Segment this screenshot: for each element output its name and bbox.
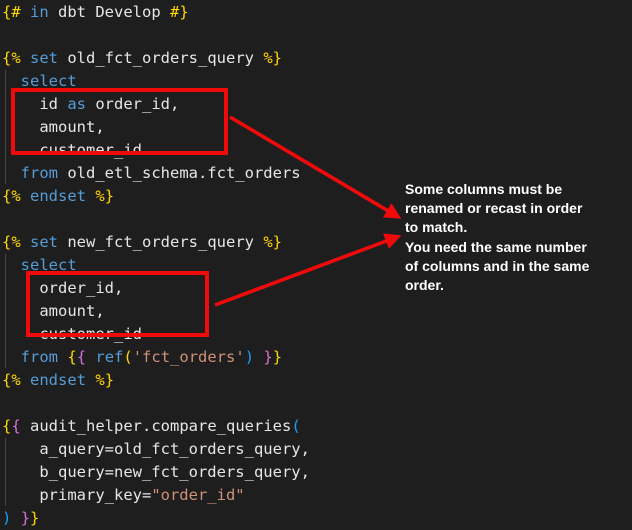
code-line[interactable]: {% set old_fct_orders_query %} xyxy=(2,47,310,70)
code-token: } xyxy=(273,348,282,366)
code-token: select xyxy=(21,256,77,274)
code-token: { xyxy=(77,348,86,366)
code-token: in xyxy=(30,3,49,21)
code-token: from xyxy=(21,164,58,182)
code-token: } xyxy=(21,509,30,527)
code-token xyxy=(86,371,95,389)
code-token xyxy=(2,348,21,366)
code-token xyxy=(254,348,263,366)
code-token: %} xyxy=(263,233,282,251)
code-token: amount, xyxy=(2,118,105,136)
code-token: customer_id xyxy=(2,141,142,159)
code-token: ) xyxy=(2,509,11,527)
code-line[interactable]: order_id, xyxy=(2,277,310,300)
annotation-note-line: to match. xyxy=(405,218,632,237)
code-token: ref xyxy=(95,348,123,366)
code-token xyxy=(21,371,30,389)
code-line[interactable]: select xyxy=(2,254,310,277)
code-editor[interactable]: {# in dbt Develop #} {% set old_fct_orde… xyxy=(0,0,632,527)
code-token: {% xyxy=(2,187,21,205)
code-token: old_fct_orders_query xyxy=(58,49,263,67)
code-token xyxy=(2,256,21,274)
code-token: {% xyxy=(2,49,21,67)
code-token: set xyxy=(30,233,58,251)
code-line[interactable]: customer_id xyxy=(2,139,310,162)
code-token: old_etl_schema.fct_orders xyxy=(58,164,301,182)
code-token xyxy=(2,164,21,182)
code-token: { xyxy=(67,348,76,366)
code-line[interactable]: from {{ ref('fct_orders') }} xyxy=(2,346,310,369)
code-token xyxy=(86,187,95,205)
code-token xyxy=(21,187,30,205)
code-token: customer_id xyxy=(2,325,142,343)
code-token: %} xyxy=(95,371,114,389)
annotation-note-line: of columns and in the same xyxy=(405,257,632,276)
code-token: endset xyxy=(30,371,86,389)
code-token xyxy=(86,348,95,366)
code-line[interactable]: a_query=old_fct_orders_query, xyxy=(2,438,310,461)
code-line[interactable]: amount, xyxy=(2,116,310,139)
code-token xyxy=(2,72,21,90)
code-token: 'fct_orders' xyxy=(133,348,245,366)
code-line[interactable]: {% endset %} xyxy=(2,369,310,392)
code-token: endset xyxy=(30,187,86,205)
annotation-note-line: Some columns must be xyxy=(405,180,632,199)
code-line[interactable]: {# in dbt Develop #} xyxy=(2,1,310,24)
code-token: amount, xyxy=(2,302,105,320)
code-line[interactable]: primary_key="order_id" xyxy=(2,484,310,507)
code-token: {% xyxy=(2,371,21,389)
annotation-note-line: order. xyxy=(405,276,632,295)
code-token: %} xyxy=(95,187,114,205)
code-token xyxy=(58,348,67,366)
code-line[interactable]: id as order_id, xyxy=(2,93,310,116)
code-token: { xyxy=(11,417,20,435)
code-token: { xyxy=(2,417,11,435)
code-token: as xyxy=(67,95,86,113)
code-token: audit_helper.compare_queries xyxy=(21,417,292,435)
annotation-note-line: renamed or recast in order xyxy=(405,199,632,218)
annotation-note-line: You need the same number xyxy=(405,238,632,257)
code-token: %} xyxy=(263,49,282,67)
code-token xyxy=(11,509,20,527)
code-token: ( xyxy=(123,348,132,366)
code-token: a_query=old_fct_orders_query, xyxy=(2,440,310,458)
code-token: } xyxy=(263,348,272,366)
code-token: "order_id" xyxy=(151,486,244,504)
annotation-note: Some columns must berenamed or recast in… xyxy=(405,180,632,295)
code-line[interactable]: select xyxy=(2,70,310,93)
code-token: order_id, xyxy=(86,95,179,113)
code-token xyxy=(21,49,30,67)
code-line[interactable]: from old_etl_schema.fct_orders xyxy=(2,162,310,185)
code-line[interactable] xyxy=(2,24,310,47)
code-token: new_fct_orders_query xyxy=(58,233,263,251)
code-area[interactable]: {# in dbt Develop #} {% set old_fct_orde… xyxy=(2,1,310,530)
code-token: b_query=new_fct_orders_query, xyxy=(2,463,310,481)
code-line[interactable] xyxy=(2,208,310,231)
code-token: dbt Develop xyxy=(49,3,170,21)
code-token: from xyxy=(21,348,58,366)
code-line[interactable] xyxy=(2,392,310,415)
code-token xyxy=(21,3,30,21)
code-line[interactable]: {{ audit_helper.compare_queries( xyxy=(2,415,310,438)
code-token: {# xyxy=(2,3,21,21)
code-line[interactable]: customer_id xyxy=(2,323,310,346)
code-line[interactable]: amount, xyxy=(2,300,310,323)
code-token: } xyxy=(30,509,39,527)
code-token: order_id, xyxy=(2,279,123,297)
code-token: primary_key= xyxy=(2,486,151,504)
code-token: id xyxy=(2,95,67,113)
code-token: #} xyxy=(170,3,189,21)
code-line[interactable]: {% endset %} xyxy=(2,185,310,208)
code-line[interactable]: {% set new_fct_orders_query %} xyxy=(2,231,310,254)
code-token: set xyxy=(30,49,58,67)
code-token: ( xyxy=(291,417,300,435)
code-token: select xyxy=(21,72,77,90)
code-token xyxy=(21,233,30,251)
code-token: {% xyxy=(2,233,21,251)
code-token: ) xyxy=(245,348,254,366)
code-line[interactable]: b_query=new_fct_orders_query, xyxy=(2,461,310,484)
